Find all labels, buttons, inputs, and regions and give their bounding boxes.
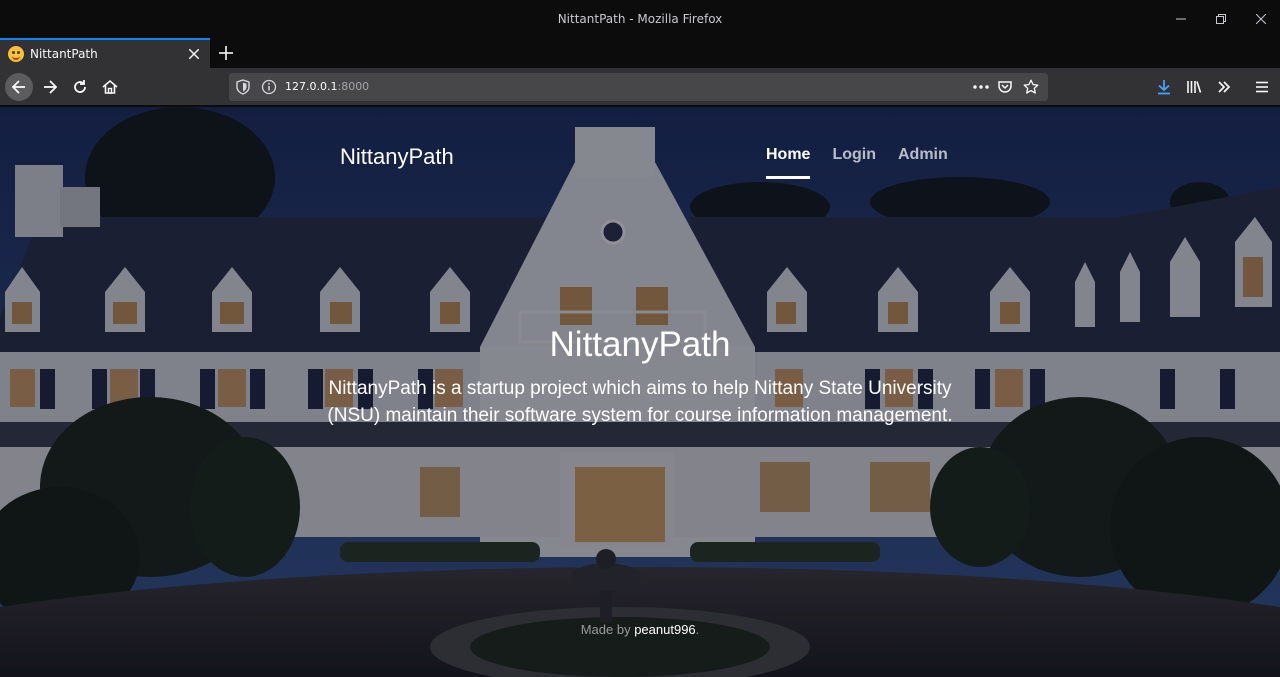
footer-author-link[interactable]: peanut996 (634, 622, 695, 637)
url-host: 127.0.0.1 (285, 80, 338, 93)
footer: Made by peanut996. (0, 622, 1280, 637)
nav-link-login[interactable]: Login (832, 146, 876, 179)
downloads-button[interactable] (1150, 73, 1178, 101)
url-bar[interactable]: 127.0.0.1:8000 (229, 73, 1048, 101)
site-brand[interactable]: NittanyPath (340, 144, 454, 170)
maximize-button[interactable] (1211, 9, 1231, 29)
tab-label: NittantPath (30, 47, 98, 61)
hero: NittanyPath NittanyPath is a startup pro… (320, 325, 960, 429)
info-icon[interactable] (261, 79, 277, 95)
chevron-double-right-icon (1218, 81, 1231, 93)
library-icon (1187, 81, 1202, 93)
forward-button[interactable] (36, 73, 64, 101)
tab-close-button[interactable] (186, 46, 202, 62)
favicon-icon (8, 46, 24, 62)
reload-button[interactable] (66, 73, 94, 101)
tab-strip: NittantPath (0, 38, 1280, 68)
hero-heading: NittanyPath (549, 325, 731, 364)
close-icon (1256, 14, 1266, 24)
shield-icon[interactable] (235, 79, 251, 95)
url-text[interactable]: 127.0.0.1:8000 (285, 80, 369, 93)
download-icon (1158, 80, 1170, 95)
menu-button[interactable] (1248, 73, 1276, 101)
overflow-button[interactable] (1210, 73, 1238, 101)
close-window-button[interactable] (1251, 9, 1271, 29)
maximize-icon (1216, 14, 1226, 24)
footer-suffix: . (695, 622, 700, 637)
home-button[interactable] (96, 73, 124, 101)
tab-nittantpath[interactable]: NittantPath (0, 38, 210, 68)
window-title: NittantPath - Mozilla Firefox (557, 12, 723, 26)
arrow-right-icon (44, 80, 58, 94)
page-actions-icon[interactable] (971, 77, 991, 97)
minimize-icon (1176, 18, 1186, 20)
new-tab-button[interactable] (216, 43, 236, 63)
plus-icon (219, 46, 233, 60)
library-button[interactable] (1180, 73, 1208, 101)
minimize-button[interactable] (1171, 9, 1191, 29)
arrow-left-icon (11, 80, 25, 94)
hamburger-menu-icon (1256, 81, 1268, 93)
nav-link-admin[interactable]: Admin (898, 146, 948, 179)
close-icon (189, 49, 199, 59)
bookmark-star-icon[interactable] (1023, 79, 1039, 95)
site-nav: Home Login Admin (766, 146, 948, 179)
url-port: :8000 (337, 80, 370, 93)
back-button[interactable] (5, 73, 33, 101)
pocket-icon[interactable] (997, 79, 1013, 95)
footer-prefix: Made by (580, 622, 635, 637)
nav-link-home[interactable]: Home (766, 146, 811, 179)
window-titlebar: NittantPath - Mozilla Firefox (0, 0, 1280, 38)
navigation-toolbar: 127.0.0.1:8000 (0, 68, 1280, 106)
page-content: NittanyPath Home Login Admin NittanyPath… (0, 107, 1280, 677)
home-icon (102, 79, 118, 94)
hero-lead: NittanyPath is a startup project which a… (327, 378, 953, 426)
reload-icon (74, 80, 86, 93)
